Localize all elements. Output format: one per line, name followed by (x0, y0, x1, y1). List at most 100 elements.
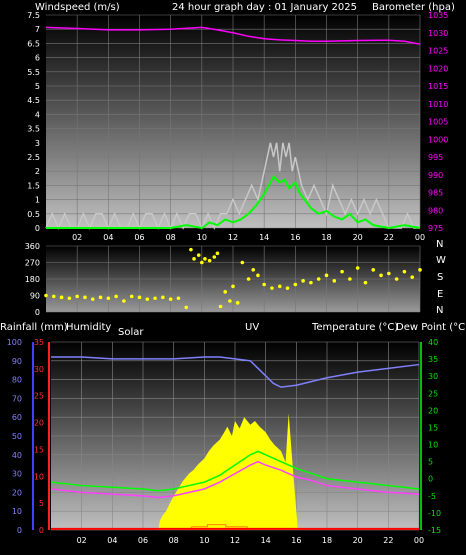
direction-point (251, 268, 256, 272)
direction-point (228, 299, 232, 303)
humidity-axis-title: Humidity (66, 322, 111, 333)
humidity-y-tick-label: 0 (17, 526, 22, 535)
rain-y-tick-label: 0 (39, 526, 44, 535)
wind-y-tick-label: 0 (35, 224, 40, 233)
barometer-y-tick-label: 995 (428, 153, 443, 162)
rain-y-tick-label: 15 (34, 445, 44, 454)
direction-y-tick-label: 360 (25, 242, 40, 251)
direction-point (293, 282, 298, 287)
direction-point (218, 304, 223, 309)
direction-point (90, 297, 95, 301)
direction-point (355, 266, 360, 270)
direction-point (363, 280, 368, 285)
compass-labels: N W S E N (436, 239, 446, 316)
direction-point (324, 273, 329, 278)
barometer-y-tick-label: 1000 (428, 135, 448, 144)
rain-y-tick-label: 30 (34, 365, 44, 374)
x-tick-label: 06 (134, 233, 144, 242)
barometer-y-tick-label: 980 (428, 206, 443, 215)
direction-point (256, 273, 260, 278)
humidity-y-tick-label: 60 (12, 413, 22, 422)
compass-label-n-top: N (436, 239, 443, 250)
direction-point (285, 286, 290, 290)
wind-y-tick-label: 2.5 (27, 153, 40, 162)
barometer-y-tick-label: 1025 (428, 47, 448, 56)
direction-point (277, 284, 282, 289)
wind-y-tick-label: 1 (35, 196, 40, 205)
wind-axis-title: Windspeed (m/s) (35, 2, 120, 13)
x-tick-label: 08 (169, 536, 179, 545)
direction-point (129, 294, 134, 299)
direction-point (51, 294, 56, 299)
temperature-y-tick-label: -10 (428, 509, 441, 518)
direction-point (145, 297, 150, 301)
x-tick-label: 10 (199, 536, 209, 545)
bottom-x-ticks: 02 04 06 08 10 12 14 16 18 20 22 00 (77, 536, 425, 545)
rain-y-tick-label: 5 (39, 499, 44, 508)
x-tick-label: 22 (383, 536, 393, 545)
wind-y-tick-label: 6 (35, 54, 40, 63)
direction-y-tick-label: 0 (35, 308, 40, 317)
wind-y-tick-label: 3 (35, 139, 40, 148)
direction-point (184, 305, 189, 310)
temperature-axis-title: Temperature (°C) (311, 322, 398, 333)
temperature-y-tick-label: 5 (428, 458, 433, 467)
temperature-y-tick-label: -15 (428, 526, 441, 535)
direction-y-tick-label: 180 (25, 275, 40, 284)
humidity-y-ticks: 0 10 20 30 40 50 60 70 80 90 100 (7, 338, 22, 535)
wind-y-tick-label: 5.5 (27, 68, 40, 77)
rain-y-ticks: 0 5 10 15 20 25 30 35 (34, 338, 44, 535)
direction-y-tick-label: 90 (30, 292, 40, 301)
temperature-y-tick-label: 15 (428, 423, 438, 432)
x-tick-label: 04 (103, 233, 113, 242)
barometer-y-tick-label: 1035 (428, 11, 448, 20)
direction-point (176, 296, 181, 301)
direction-point (309, 280, 313, 285)
direction-point (212, 255, 217, 259)
humidity-y-tick-label: 70 (12, 394, 22, 403)
direction-point (161, 295, 165, 300)
direction-point (122, 299, 126, 303)
x-tick-label: 18 (321, 233, 331, 242)
direction-point (240, 260, 245, 265)
x-tick-label: 00 (415, 233, 425, 242)
temperature-y-tick-label: 20 (428, 406, 438, 415)
humidity-y-tick-label: 10 (12, 507, 22, 516)
direction-point (246, 277, 251, 281)
x-tick-label: 08 (166, 233, 176, 242)
direction-point (67, 296, 72, 301)
barometer-y-tick-label: 1020 (428, 64, 448, 73)
humidity-y-tick-label: 50 (12, 432, 22, 441)
temperature-y-tick-label: 40 (428, 338, 438, 347)
x-tick-label: 20 (353, 233, 363, 242)
weather-graph: Windspeed (m/s) 24 hour graph day : 01 J… (0, 2, 466, 545)
rainfall-axis-title: Rainfall (mm) (0, 322, 68, 333)
barometer-y-tick-label: 1005 (428, 118, 448, 127)
direction-y-ticks: 0 90 180 270 360 (25, 242, 40, 317)
x-tick-label: 02 (72, 233, 82, 242)
compass-label-w: W (436, 255, 446, 266)
direction-point (231, 284, 235, 289)
temperature-y-tick-label: 0 (428, 475, 433, 484)
direction-point (262, 282, 266, 287)
x-tick-label: 12 (228, 233, 238, 242)
wind-y-tick-label: 4 (35, 110, 40, 119)
wind-y-tick-label: 4.5 (27, 96, 40, 105)
x-tick-label: 16 (291, 536, 301, 545)
direction-point (340, 269, 344, 274)
direction-point (418, 268, 422, 272)
direction-point (402, 269, 407, 274)
direction-point (203, 257, 207, 261)
direction-point (200, 260, 204, 265)
barometer-y-tick-label: 985 (428, 189, 443, 198)
direction-point (137, 295, 142, 300)
wind-y-ticks: 0 0.5 1 1.5 2 2.5 3 3.5 4 4.5 5 5.5 6 6.5 7 7.5 (27, 11, 40, 233)
direction-point (410, 275, 415, 279)
direction-point (196, 253, 201, 257)
direction-point (83, 295, 87, 300)
direction-point (192, 257, 196, 261)
humidity-y-tick-label: 20 (12, 488, 22, 497)
barometer-y-tick-label: 1030 (428, 29, 448, 38)
solar-label: Solar (118, 327, 144, 338)
direction-point (153, 296, 157, 301)
